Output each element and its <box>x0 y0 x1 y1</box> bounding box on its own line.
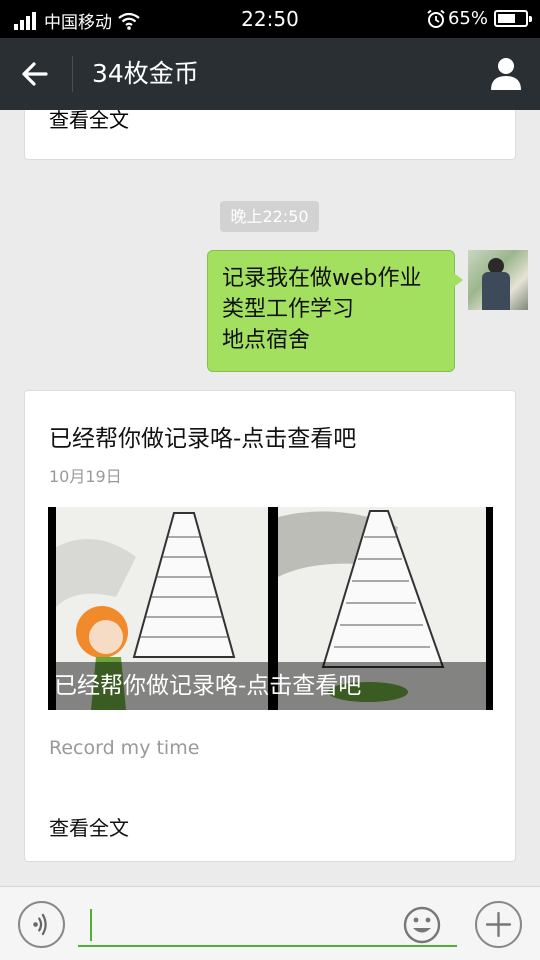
battery-icon <box>494 10 532 27</box>
message-input[interactable] <box>78 905 457 947</box>
input-bar <box>0 886 540 960</box>
read-more-link[interactable]: 查看全文 <box>49 110 129 133</box>
nav-divider <box>72 56 73 92</box>
back-arrow-icon[interactable] <box>14 56 54 92</box>
battery-percent: 65% <box>447 8 488 29</box>
message-line: 地点宿舍 <box>222 328 311 353</box>
nav-bar: 34枚金币 <box>0 38 540 110</box>
voice-icon[interactable] <box>18 901 65 948</box>
message-line: 类型工作学习 <box>222 297 355 322</box>
article-title[interactable]: 已经帮你做记录咯-点击查看吧 <box>49 419 356 453</box>
article-date: 10月19日 <box>49 467 122 486</box>
alarm-icon <box>427 9 445 28</box>
message-line: 记录我在做web作业 <box>222 266 422 291</box>
emoji-icon[interactable] <box>402 905 442 945</box>
status-bar: 中国移动 22:50 65% <box>0 0 540 38</box>
article-card[interactable]: 已经帮你做记录咯-点击查看吧 10月19日 已经帮你做记录咯-点击查看吧 Rec… <box>24 390 516 862</box>
read-more-link[interactable]: 查看全文 <box>49 812 129 841</box>
chat-area[interactable]: 查看全文 晚上22:50 记录我在做web作业 类型工作学习 地点宿舍 已经帮你… <box>0 110 540 886</box>
message-timestamp: 晚上22:50 <box>220 201 319 232</box>
image-caption: 已经帮你做记录咯-点击查看吧 <box>48 662 493 710</box>
article-description: Record my time <box>49 737 200 759</box>
sent-message-bubble[interactable]: 记录我在做web作业 类型工作学习 地点宿舍 <box>207 250 463 372</box>
previous-article-card[interactable]: 查看全文 <box>24 110 516 160</box>
plus-icon[interactable] <box>475 901 522 948</box>
text-caret <box>90 909 92 941</box>
avatar[interactable] <box>468 250 528 310</box>
chat-title: 34枚金币 <box>92 59 199 88</box>
person-icon[interactable] <box>488 54 524 94</box>
article-cover-image[interactable]: 已经帮你做记录咯-点击查看吧 <box>48 507 493 710</box>
